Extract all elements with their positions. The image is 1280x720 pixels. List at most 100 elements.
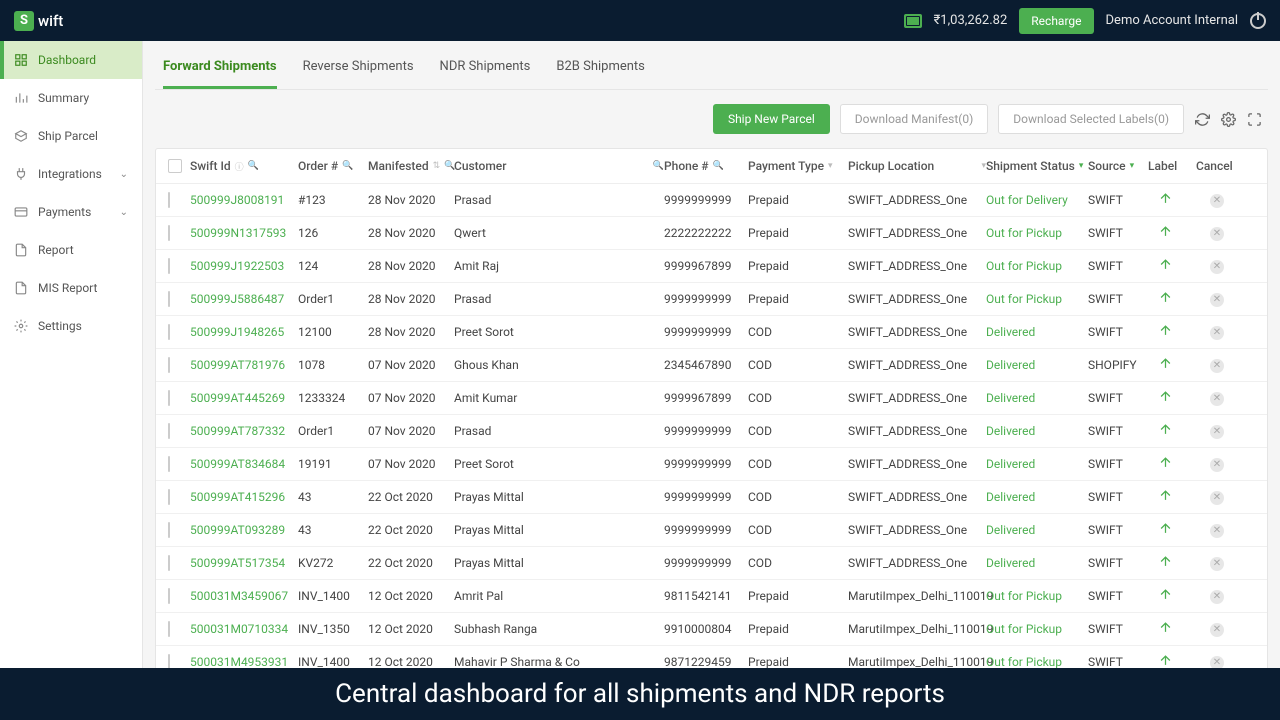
ship-new-parcel-button[interactable]: Ship New Parcel: [713, 104, 830, 134]
cancel-icon[interactable]: ✕: [1210, 491, 1224, 505]
sidebar-item-dashboard[interactable]: Dashboard: [0, 41, 142, 79]
swift-id-link[interactable]: 500999AT415296: [190, 490, 298, 504]
cancel-icon[interactable]: ✕: [1210, 557, 1224, 571]
row-checkbox[interactable]: [168, 390, 170, 406]
swift-id-link[interactable]: 500999J8008191: [190, 193, 298, 207]
sidebar-item-mis-report[interactable]: MIS Report: [0, 269, 142, 307]
download-label-icon[interactable]: [1158, 620, 1173, 635]
row-checkbox[interactable]: [168, 456, 170, 472]
sidebar-item-integrations[interactable]: Integrations⌄: [0, 155, 142, 193]
filter-icon[interactable]: ▾: [1130, 161, 1135, 171]
row-checkbox[interactable]: [168, 192, 170, 208]
tab-b2b-shipments[interactable]: B2B Shipments: [556, 59, 645, 89]
column-header[interactable]: Phone # 🔍: [664, 159, 748, 173]
sidebar-item-report[interactable]: Report: [0, 231, 142, 269]
refresh-icon[interactable]: [1194, 111, 1210, 127]
column-header[interactable]: Payment Type ▾: [748, 159, 848, 173]
download-label-icon[interactable]: [1158, 323, 1173, 338]
sort-icon[interactable]: ⇅: [433, 161, 441, 171]
cancel-icon[interactable]: ✕: [1210, 359, 1224, 373]
download-labels-button[interactable]: Download Selected Labels(0): [998, 104, 1184, 134]
column-header[interactable]: Manifested ⇅ 🔍: [368, 159, 454, 173]
tab-reverse-shipments[interactable]: Reverse Shipments: [303, 59, 414, 89]
info-icon[interactable]: ⓘ: [235, 160, 244, 173]
download-label-icon[interactable]: [1158, 257, 1173, 272]
logo[interactable]: S wift: [14, 11, 63, 31]
power-icon[interactable]: [1250, 13, 1266, 29]
row-checkbox[interactable]: [168, 225, 170, 241]
row-checkbox[interactable]: [168, 258, 170, 274]
row-checkbox[interactable]: [168, 522, 170, 538]
column-header[interactable]: Label: [1148, 159, 1196, 173]
download-label-icon[interactable]: [1158, 224, 1173, 239]
cancel-icon[interactable]: ✕: [1210, 458, 1224, 472]
cancel-icon[interactable]: ✕: [1210, 524, 1224, 538]
settings-icon[interactable]: [1220, 111, 1236, 127]
row-checkbox[interactable]: [168, 357, 170, 373]
download-manifest-button[interactable]: Download Manifest(0): [840, 104, 989, 134]
tab-forward-shipments[interactable]: Forward Shipments: [163, 59, 277, 89]
search-icon[interactable]: 🔍: [712, 161, 723, 171]
download-label-icon[interactable]: [1158, 290, 1173, 305]
swift-id-link[interactable]: 500999AT781976: [190, 358, 298, 372]
cancel-icon[interactable]: ✕: [1210, 227, 1224, 241]
swift-id-link[interactable]: 500999AT093289: [190, 523, 298, 537]
swift-id-link[interactable]: 500031M3459067: [190, 589, 298, 603]
column-header[interactable]: Source ▾: [1088, 159, 1148, 173]
download-label-icon[interactable]: [1158, 587, 1173, 602]
filter-icon[interactable]: ▾: [1079, 161, 1084, 171]
download-label-icon[interactable]: [1158, 488, 1173, 503]
row-checkbox[interactable]: [168, 654, 170, 668]
row-checkbox[interactable]: [168, 291, 170, 307]
column-header[interactable]: Cancel: [1196, 159, 1244, 173]
download-label-icon[interactable]: [1158, 521, 1173, 536]
search-icon[interactable]: 🔍: [342, 161, 353, 171]
row-checkbox[interactable]: [168, 621, 170, 637]
cancel-icon[interactable]: ✕: [1210, 656, 1224, 668]
column-header[interactable]: Order # 🔍: [298, 159, 368, 173]
sidebar-item-payments[interactable]: Payments⌄: [0, 193, 142, 231]
tab-ndr-shipments[interactable]: NDR Shipments: [440, 59, 531, 89]
search-icon[interactable]: 🔍: [248, 161, 259, 171]
column-header[interactable]: Customer 🔍: [454, 159, 664, 173]
row-checkbox[interactable]: [168, 324, 170, 340]
download-label-icon[interactable]: [1158, 653, 1173, 668]
row-checkbox[interactable]: [168, 423, 170, 439]
cancel-icon[interactable]: ✕: [1210, 590, 1224, 604]
cancel-icon[interactable]: ✕: [1210, 425, 1224, 439]
column-header[interactable]: Pickup Location ▾: [848, 159, 986, 173]
sidebar-item-ship-parcel[interactable]: Ship Parcel: [0, 117, 142, 155]
swift-id-link[interactable]: 500999J1922503: [190, 259, 298, 273]
cancel-icon[interactable]: ✕: [1210, 326, 1224, 340]
download-label-icon[interactable]: [1158, 356, 1173, 371]
row-checkbox[interactable]: [168, 555, 170, 571]
swift-id-link[interactable]: 500031M4953931: [190, 655, 298, 668]
download-label-icon[interactable]: [1158, 455, 1173, 470]
column-header[interactable]: Swift Id ⓘ 🔍: [190, 159, 298, 173]
cancel-icon[interactable]: ✕: [1210, 293, 1224, 307]
download-label-icon[interactable]: [1158, 422, 1173, 437]
cancel-icon[interactable]: ✕: [1210, 260, 1224, 274]
row-checkbox[interactable]: [168, 489, 170, 505]
swift-id-link[interactable]: 500031M0710334: [190, 622, 298, 636]
swift-id-link[interactable]: 500999J5886487: [190, 292, 298, 306]
recharge-button[interactable]: Recharge: [1019, 8, 1093, 34]
account-name[interactable]: Demo Account Internal: [1106, 13, 1238, 28]
swift-id-link[interactable]: 500999AT445269: [190, 391, 298, 405]
cancel-icon[interactable]: ✕: [1210, 623, 1224, 637]
select-all-checkbox[interactable]: [168, 159, 182, 173]
swift-id-link[interactable]: 500999AT834684: [190, 457, 298, 471]
column-header[interactable]: Shipment Status ▾: [986, 159, 1088, 173]
sidebar-item-summary[interactable]: Summary: [0, 79, 142, 117]
swift-id-link[interactable]: 500999N1317593: [190, 226, 298, 240]
cancel-icon[interactable]: ✕: [1210, 392, 1224, 406]
download-label-icon[interactable]: [1158, 191, 1173, 206]
column-header[interactable]: [156, 159, 190, 173]
cancel-icon[interactable]: ✕: [1210, 194, 1224, 208]
search-icon[interactable]: 🔍: [653, 161, 664, 171]
download-label-icon[interactable]: [1158, 554, 1173, 569]
swift-id-link[interactable]: 500999AT787332: [190, 424, 298, 438]
download-label-icon[interactable]: [1158, 389, 1173, 404]
row-checkbox[interactable]: [168, 588, 170, 604]
swift-id-link[interactable]: 500999AT517354: [190, 556, 298, 570]
